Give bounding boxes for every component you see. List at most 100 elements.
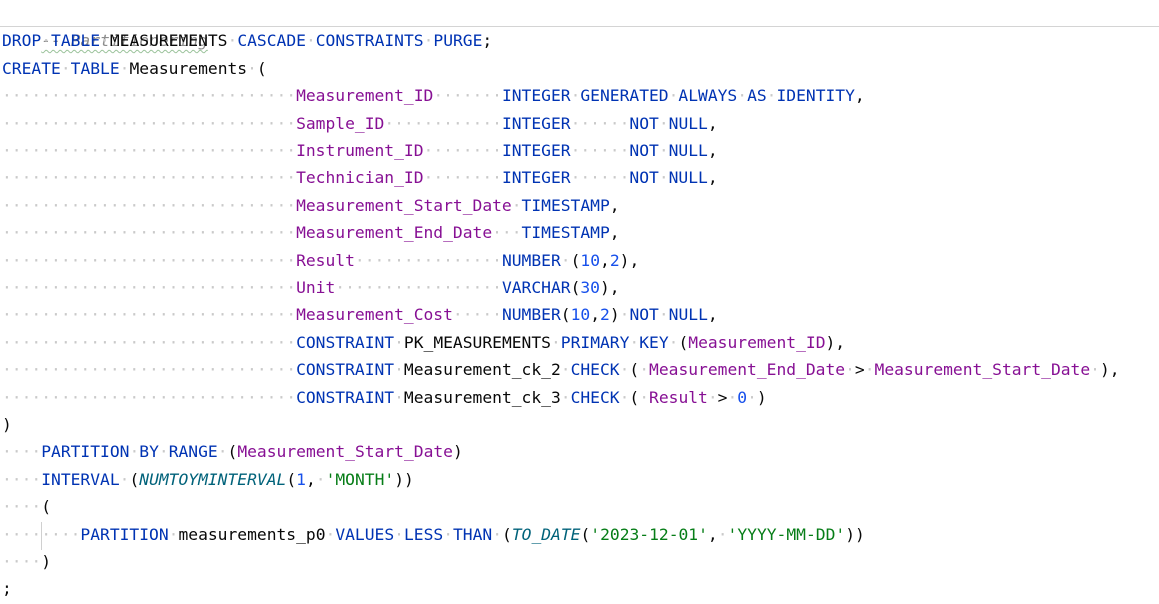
token-whitespace-dots: ·: [227, 31, 238, 51]
token-whitespace-dots: ·: [394, 387, 404, 407]
token-text: ,: [707, 305, 718, 325]
code-line[interactable]: ;: [2, 575, 12, 602]
token-whitespace-dots: ···: [492, 223, 522, 243]
token-keyword: PARTITION: [41, 442, 130, 462]
token-number: 10: [570, 305, 591, 325]
token-keyword: NUMBER: [501, 250, 561, 270]
token-keyword: CHECK: [570, 387, 620, 407]
token-keyword: RANGE: [168, 442, 218, 462]
token-text: Measurements: [129, 58, 248, 78]
token-whitespace-dots: ·: [668, 332, 679, 352]
token-whitespace-dots: ····: [2, 442, 42, 462]
token-text: ),: [825, 332, 846, 352]
token-function-name: TO_DATE: [511, 524, 581, 544]
token-text: PK_MEASUREMENTS: [403, 332, 551, 352]
code-line[interactable]: ······························Sample_ID·…: [2, 110, 718, 137]
code-line[interactable]: ······························Measuremen…: [2, 82, 865, 109]
token-whitespace-dots: ·: [737, 86, 748, 106]
token-text: ): [756, 387, 767, 407]
token-keyword: CONSTRAINT: [296, 360, 395, 380]
comment-line[interactable]: -- Partitionering: [2, 0, 208, 50]
code-line[interactable]: ······························Unit······…: [2, 274, 620, 301]
code-line[interactable]: ····INTERVAL·(NUMTOYMINTERVAL(1,·'MONTH'…: [2, 466, 414, 493]
code-line[interactable]: ······························Measuremen…: [2, 219, 620, 246]
token-whitespace-dots: ·: [766, 86, 777, 106]
token-whitespace-dots: ·: [60, 58, 71, 78]
token-column-name: Measurement_End_Date: [649, 360, 846, 380]
token-keyword: NOT: [629, 141, 659, 160]
token-keyword: CONSTRAINT: [296, 387, 395, 407]
token-keyword: INTEGER: [501, 86, 571, 106]
token-string: 'YYYY-MM-DD': [727, 524, 846, 544]
token-column-name: Sample_ID: [296, 113, 385, 133]
token-whitespace-dots: ······························: [2, 250, 297, 270]
token-keyword: PARTITION: [80, 524, 169, 544]
code-line[interactable]: ······························Instrument…: [2, 137, 718, 164]
token-whitespace-dots: ·: [129, 442, 140, 462]
token-text: >: [717, 387, 728, 407]
token-whitespace-dots: ·: [845, 360, 855, 380]
code-line[interactable]: DROP·TABLE·MEASUREMENTS·CASCADE·CONSTRAI…: [2, 27, 492, 54]
token-string: 'MONTH': [325, 469, 395, 489]
token-keyword: INTEGER: [501, 113, 571, 133]
token-whitespace-dots: ······: [570, 168, 630, 188]
token-text: (: [41, 497, 52, 517]
token-keyword: NOT: [629, 305, 659, 325]
token-column-name: Measurement_Start_Date: [874, 360, 1091, 380]
token-whitespace-dots: ······························: [2, 360, 297, 380]
code-line[interactable]: ······························CONSTRAINT…: [2, 356, 1120, 383]
token-whitespace-dots: ·: [119, 58, 130, 78]
token-whitespace-dots: ·: [423, 31, 434, 51]
token-keyword: INTEGER: [501, 141, 571, 160]
token-text: ,: [854, 86, 865, 106]
code-line[interactable]: ····): [2, 548, 51, 575]
token-whitespace-dots: ·: [315, 469, 326, 489]
token-whitespace-dots: ········: [423, 141, 502, 160]
token-text: ,: [590, 305, 600, 325]
token-column-name: Result: [649, 387, 708, 407]
token-text: (: [580, 524, 591, 544]
token-column-name: Measurement_ID: [688, 332, 826, 352]
token-keyword: NULL: [668, 305, 708, 325]
code-line[interactable]: ····(: [2, 493, 51, 520]
token-column-name: Measurement_Cost: [296, 305, 453, 325]
code-line[interactable]: ······························Measuremen…: [2, 192, 620, 219]
code-line[interactable]: ······························Result····…: [2, 247, 639, 274]
token-keyword: VALUES: [335, 524, 395, 544]
code-editor[interactable]: -- Partitionering DROP·TABLE·MEASUREMENT…: [0, 0, 1159, 604]
token-text: ,: [707, 113, 718, 133]
token-whitespace-dots: ····: [2, 469, 42, 489]
token-text: ): [452, 442, 463, 462]
token-keyword: NULL: [668, 168, 708, 188]
code-line[interactable]: ······························CONSTRAINT…: [2, 384, 767, 411]
token-text: ,: [609, 195, 620, 215]
token-keyword: CHECK: [570, 360, 620, 380]
token-whitespace-dots: ······························: [2, 332, 297, 352]
token-keyword: ALWAYS: [678, 86, 738, 106]
token-keyword: CONSTRAINT: [296, 332, 395, 352]
token-text: (: [629, 360, 640, 380]
code-line[interactable]: ······························Measuremen…: [2, 301, 718, 328]
code-line[interactable]: ········PARTITION·measurements_p0·VALUES…: [2, 521, 865, 548]
token-whitespace-dots: ······························: [2, 168, 297, 188]
token-keyword: NUMBER: [501, 305, 561, 325]
code-line[interactable]: ): [2, 411, 12, 438]
token-whitespace-dots: ·: [560, 250, 571, 270]
token-keyword: NULL: [668, 113, 708, 133]
token-text: (: [629, 387, 640, 407]
code-line[interactable]: ······························Technician…: [2, 164, 718, 191]
code-line[interactable]: ····PARTITION·BY·RANGE·(Measurement_Star…: [2, 438, 463, 465]
token-keyword: AS: [747, 86, 767, 106]
token-whitespace-dots: ······························: [2, 278, 297, 297]
token-whitespace-dots: ·: [550, 332, 561, 352]
token-whitespace-dots: ·: [658, 141, 669, 160]
token-keyword: PURGE: [433, 31, 483, 51]
token-string: '2023-12-01': [590, 524, 708, 544]
code-line[interactable]: ······························CONSTRAINT…: [2, 329, 845, 356]
token-text: (: [227, 442, 238, 462]
token-text: (: [129, 469, 140, 489]
code-line[interactable]: CREATE·TABLE·Measurements·(: [2, 55, 267, 82]
token-text: (: [570, 278, 581, 297]
token-whitespace-dots: ·: [511, 195, 522, 215]
token-whitespace-dots: ·: [658, 305, 669, 325]
